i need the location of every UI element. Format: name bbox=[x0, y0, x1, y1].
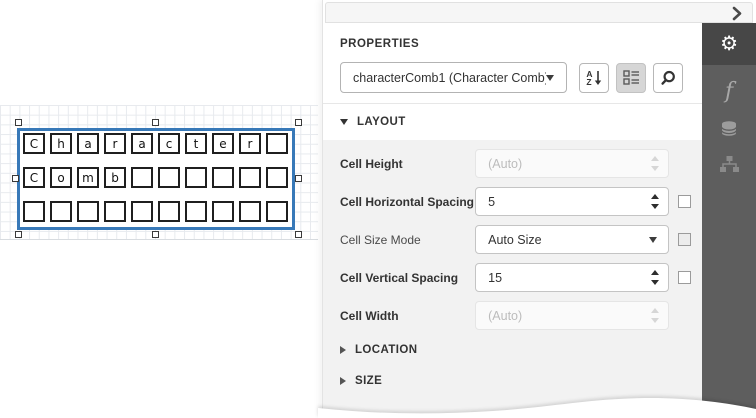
property-row-cell-vertical-spacing: Cell Vertical Spacing 15 bbox=[340, 263, 691, 292]
cell-horizontal-spacing-spinner[interactable]: 5 bbox=[475, 187, 669, 216]
selection-handle-middle-right[interactable] bbox=[295, 175, 302, 182]
designer-sidebar: ⚙ f bbox=[702, 23, 756, 418]
expand-triangle-icon bbox=[340, 346, 346, 354]
sidebar-item-expressions[interactable]: f bbox=[702, 74, 756, 110]
comb-cell bbox=[239, 201, 261, 222]
sort-az-icon: A Z bbox=[586, 70, 601, 86]
comb-cell bbox=[104, 201, 126, 222]
property-marker-checkbox[interactable] bbox=[678, 233, 691, 246]
properties-panel: PROPERTIES characterComb1 (Character Com… bbox=[322, 0, 756, 418]
selection-handle-middle-left[interactable] bbox=[12, 175, 19, 182]
property-label: Cell Size Mode bbox=[340, 233, 475, 247]
property-row-cell-height: Cell Height (Auto) bbox=[340, 149, 691, 178]
comb-cell: C bbox=[23, 133, 45, 154]
sort-alphabetical-button[interactable]: A Z bbox=[579, 63, 609, 93]
comb-cell: m bbox=[77, 167, 99, 188]
panel-title: PROPERTIES bbox=[340, 38, 691, 50]
control-selector-dropdown[interactable]: characterComb1 (Character Comb) bbox=[340, 62, 567, 93]
property-marker-checkbox[interactable] bbox=[678, 271, 691, 284]
cell-width-spinner: (Auto) bbox=[475, 301, 669, 330]
selected-control-name: characterComb1 (Character Comb) bbox=[341, 71, 546, 85]
cell-size-mode-dropdown[interactable]: Auto Size bbox=[475, 225, 669, 254]
cell-height-spinner: (Auto) bbox=[475, 149, 669, 178]
character-comb-control[interactable]: CharacterComb bbox=[17, 128, 295, 230]
comb-cell: h bbox=[50, 133, 72, 154]
layout-section-body: Cell Height (Auto) Cell Horizontal Spaci… bbox=[323, 140, 702, 418]
comb-cell: C bbox=[23, 167, 45, 188]
spinner-arrows-icon bbox=[651, 308, 659, 323]
comb-cell bbox=[266, 167, 288, 188]
report-designer: CharacterComb PROPERTIES c bbox=[0, 0, 756, 418]
comb-cell bbox=[266, 133, 288, 154]
comb-cell bbox=[266, 201, 288, 222]
properties-content: PROPERTIES characterComb1 (Character Com… bbox=[323, 23, 702, 418]
function-f-icon: f bbox=[725, 81, 733, 103]
collapse-triangle-icon bbox=[340, 119, 348, 125]
comb-cell: o bbox=[50, 167, 72, 188]
comb-cell bbox=[212, 167, 234, 188]
categorized-view-icon bbox=[623, 70, 640, 85]
property-row-cell-width: Cell Width (Auto) bbox=[340, 301, 691, 330]
comb-cell bbox=[77, 201, 99, 222]
panel-top-strip bbox=[325, 2, 753, 23]
property-label: Cell Horizontal Spacing bbox=[340, 195, 475, 209]
selection-handle-bottom-left[interactable] bbox=[15, 231, 22, 238]
database-icon bbox=[720, 120, 738, 137]
comb-cell bbox=[131, 201, 153, 222]
property-row-cell-horizontal-spacing: Cell Horizontal Spacing 5 bbox=[340, 187, 691, 216]
panel-bottom-wave bbox=[318, 388, 756, 418]
comb-cell: e bbox=[212, 133, 234, 154]
selection-handle-bottom-middle[interactable] bbox=[152, 231, 159, 238]
comb-cell: c bbox=[158, 133, 180, 154]
property-label: Cell Height bbox=[340, 157, 475, 171]
selection-handle-bottom-right[interactable] bbox=[295, 231, 302, 238]
comb-cell: r bbox=[239, 133, 261, 154]
comb-cell bbox=[212, 201, 234, 222]
comb-cell: t bbox=[185, 133, 207, 154]
search-icon bbox=[659, 69, 677, 87]
sidebar-item-field-list[interactable] bbox=[702, 110, 756, 146]
chevron-down-icon bbox=[546, 75, 554, 81]
selection-handle-top-middle[interactable] bbox=[152, 119, 159, 126]
comb-cell: a bbox=[77, 133, 99, 154]
section-header-size[interactable]: SIZE bbox=[340, 375, 691, 387]
property-marker-checkbox[interactable] bbox=[678, 195, 691, 208]
comb-cell: r bbox=[104, 133, 126, 154]
section-header-location[interactable]: LOCATION bbox=[340, 344, 691, 356]
collapse-panel-button[interactable] bbox=[729, 5, 745, 21]
comb-cell: a bbox=[131, 133, 153, 154]
hierarchy-icon bbox=[720, 156, 739, 172]
comb-cell: b bbox=[104, 167, 126, 188]
comb-cell bbox=[239, 167, 261, 188]
comb-cell bbox=[158, 201, 180, 222]
property-label: Cell Vertical Spacing bbox=[340, 271, 475, 285]
sidebar-item-properties[interactable]: ⚙ bbox=[702, 23, 756, 65]
gear-icon: ⚙ bbox=[720, 34, 738, 54]
expand-triangle-icon bbox=[340, 377, 346, 385]
section-header-layout[interactable]: LAYOUT bbox=[323, 104, 702, 140]
comb-cell bbox=[158, 167, 180, 188]
comb-cell bbox=[50, 201, 72, 222]
spinner-arrows-icon bbox=[651, 156, 659, 171]
spinner-arrows-icon[interactable] bbox=[651, 270, 659, 285]
property-label: Cell Width bbox=[340, 309, 475, 323]
cell-vertical-spacing-spinner[interactable]: 15 bbox=[475, 263, 669, 292]
chevron-right-icon bbox=[729, 5, 745, 21]
chevron-down-icon bbox=[649, 237, 657, 243]
selection-handle-top-right[interactable] bbox=[295, 119, 302, 126]
selection-handle-top-left[interactable] bbox=[15, 119, 22, 126]
categorized-view-button[interactable] bbox=[616, 63, 646, 93]
comb-cell bbox=[185, 201, 207, 222]
comb-cell bbox=[131, 167, 153, 188]
comb-cell-grid: CharacterComb bbox=[23, 133, 288, 222]
comb-cell bbox=[23, 201, 45, 222]
search-properties-button[interactable] bbox=[653, 63, 683, 93]
spinner-arrows-icon[interactable] bbox=[651, 194, 659, 209]
property-row-cell-size-mode: Cell Size Mode Auto Size bbox=[340, 225, 691, 254]
sidebar-item-report-explorer[interactable] bbox=[702, 146, 756, 182]
comb-cell bbox=[185, 167, 207, 188]
properties-header: PROPERTIES characterComb1 (Character Com… bbox=[323, 23, 702, 104]
